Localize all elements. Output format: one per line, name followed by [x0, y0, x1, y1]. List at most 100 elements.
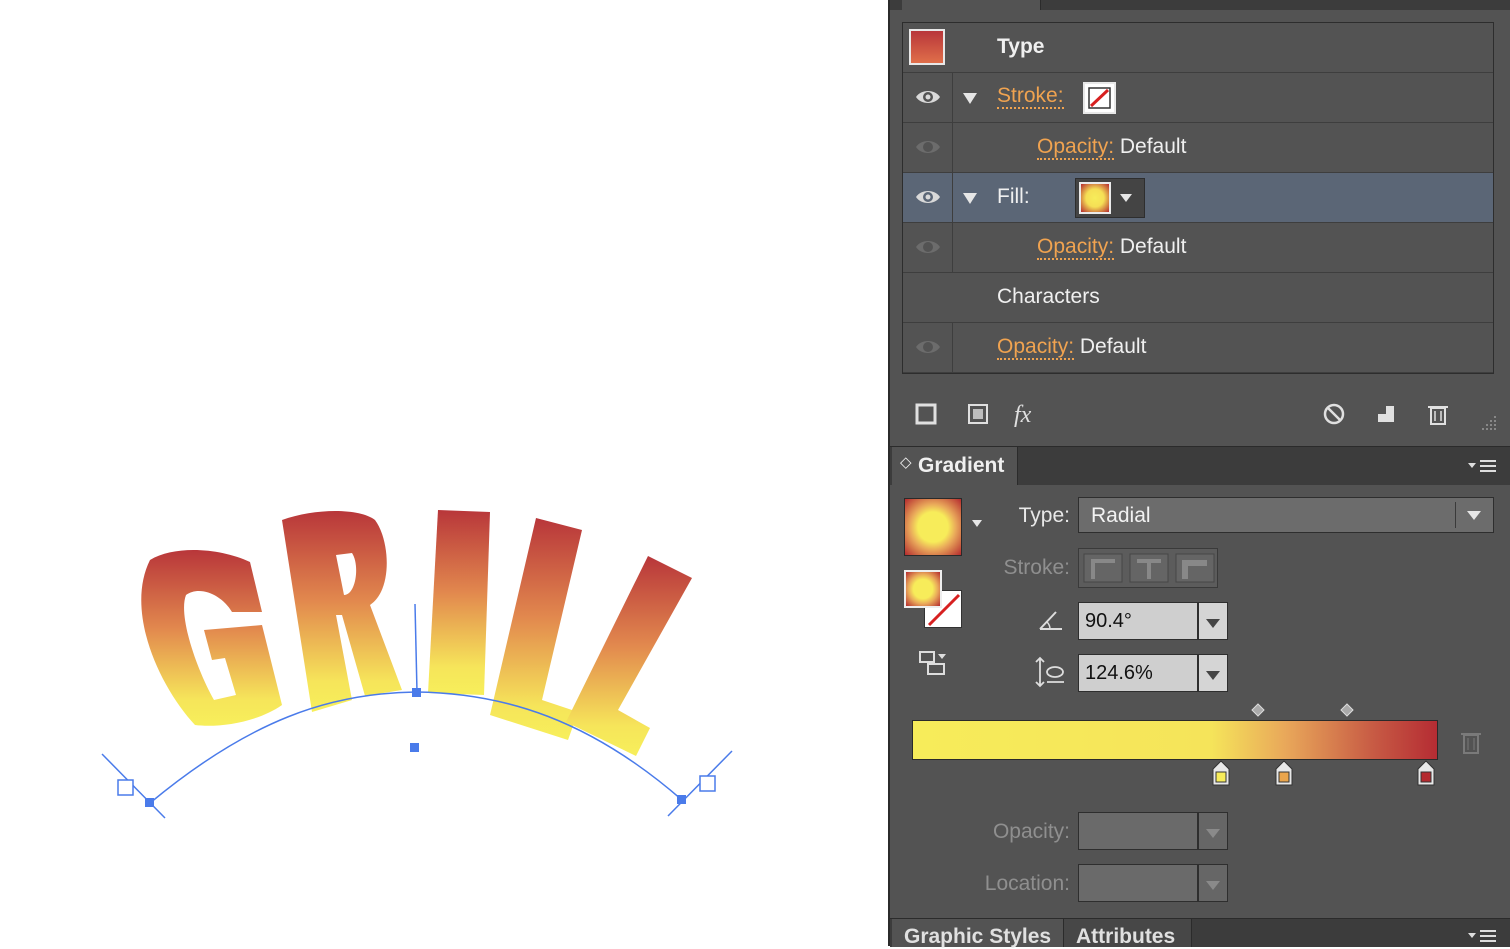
opacity-label[interactable]: Opacity:: [997, 335, 1075, 360]
none-slash-icon: [1088, 87, 1111, 109]
opacity-label[interactable]: Opacity:: [1037, 135, 1115, 160]
aspect-ratio-value: 124.6%: [1085, 662, 1153, 684]
type-label: Type:: [1018, 504, 1070, 527]
chevron-down-icon[interactable]: [972, 520, 982, 527]
grill-text[interactable]: [141, 510, 692, 756]
visibility-cell[interactable]: [903, 223, 953, 272]
visibility-cell[interactable]: [903, 73, 953, 122]
letter-i: [428, 510, 490, 695]
letter-l2: [566, 556, 692, 756]
clear-appearance-icon[interactable]: [1320, 400, 1348, 428]
opacity-row: Opacity: Default: [997, 335, 1147, 360]
letter-g: [141, 550, 282, 726]
apply-within-stroke-icon[interactable]: [1083, 553, 1123, 583]
fx-icon[interactable]: fx: [1014, 402, 1031, 429]
gradient-slider-bar[interactable]: [912, 720, 1438, 760]
opacity-label: Opacity:: [992, 820, 1070, 843]
eye-icon[interactable]: [915, 87, 941, 107]
location-input[interactable]: [1078, 864, 1198, 902]
appearance-row-opacity[interactable]: Opacity: Default: [903, 323, 1493, 373]
eye-icon[interactable]: [915, 137, 941, 157]
eye-icon[interactable]: [915, 337, 941, 357]
letter-l1: [490, 518, 582, 740]
duplicate-item-icon[interactable]: [1372, 400, 1400, 428]
appearance-header-row[interactable]: Type: [903, 23, 1493, 73]
opacity-row: Opacity: Default: [1037, 135, 1187, 160]
eye-icon[interactable]: [915, 187, 941, 207]
opacity-value: Default: [1119, 135, 1187, 158]
trash-icon[interactable]: [1424, 400, 1452, 428]
tab-appearance[interactable]: [902, 0, 1041, 10]
divider: [1455, 502, 1456, 528]
characters-label: Characters: [997, 285, 1100, 308]
add-new-fill-icon[interactable]: [964, 400, 992, 428]
add-new-stroke-icon[interactable]: [912, 400, 940, 428]
gradient-preview-swatch[interactable]: [904, 498, 962, 556]
fill-label: Fill:: [997, 185, 1030, 208]
type-label: Type: [997, 35, 1045, 58]
delete-stop-trash-icon[interactable]: [1458, 728, 1484, 756]
tab-attributes[interactable]: Attributes: [1064, 919, 1192, 948]
visibility-cell[interactable]: [903, 323, 953, 372]
artwork-svg[interactable]: [0, 0, 888, 946]
gradient-type-select[interactable]: Radial: [1078, 497, 1494, 533]
stroke-label[interactable]: Stroke:: [997, 85, 1064, 109]
opacity-dropdown-button[interactable]: [1198, 812, 1228, 850]
panel-menu-icon[interactable]: [1468, 457, 1500, 475]
bottom-panel-tabs: Graphic Styles Attributes: [890, 918, 1510, 948]
bracket-handles[interactable]: [117, 775, 716, 796]
disclosure-triangle-icon[interactable]: [963, 193, 977, 204]
opacity-input[interactable]: [1078, 812, 1198, 850]
apply-across-stroke-icon[interactable]: [1175, 553, 1215, 583]
collapse-arrows-icon[interactable]: ◇: [900, 453, 912, 471]
gradient-midpoint[interactable]: [1340, 703, 1354, 717]
gradient-stop[interactable]: [1275, 760, 1293, 786]
eye-icon[interactable]: [915, 237, 941, 257]
appearance-row-stroke[interactable]: Stroke:: [903, 73, 1493, 123]
fill-gradient-swatch[interactable]: [1079, 182, 1111, 214]
artboard[interactable]: [0, 0, 888, 946]
appearance-row-fill[interactable]: Fill:: [903, 173, 1493, 223]
type-thumbnail: [909, 29, 945, 65]
chevron-down-icon[interactable]: [1120, 194, 1132, 202]
appearance-row-stroke-opacity[interactable]: Opacity: Default: [903, 123, 1493, 173]
stroke-label: Stroke:: [1003, 556, 1070, 579]
gradient-stop[interactable]: [1212, 760, 1230, 786]
stroke-none-swatch[interactable]: [1083, 82, 1116, 114]
location-label: Location:: [984, 872, 1070, 895]
apply-along-stroke-icon[interactable]: [1129, 553, 1169, 583]
visibility-cell[interactable]: [903, 123, 953, 172]
reverse-gradient-icon[interactable]: [916, 648, 950, 678]
tab-graphic-styles-label: Graphic Styles: [904, 925, 1052, 948]
resize-grip-icon[interactable]: [1480, 414, 1498, 432]
gradient-type-value: Radial: [1091, 504, 1151, 527]
gradient-midpoint[interactable]: [1251, 703, 1265, 717]
aspect-ratio-input[interactable]: 124.6%: [1078, 654, 1198, 692]
gradient-tab-label: Gradient: [918, 454, 1005, 477]
opacity-row: Opacity: Default: [1037, 235, 1186, 260]
panel-menu-icon[interactable]: [1468, 927, 1500, 945]
fill-stroke-proxy[interactable]: [904, 570, 964, 630]
tab-attributes-label: Attributes: [1076, 925, 1176, 948]
appearance-tab-strip: [890, 0, 1510, 10]
angle-icon: [1039, 611, 1062, 630]
angle-dropdown-button[interactable]: [1198, 602, 1228, 640]
appearance-row-fill-opacity[interactable]: Opacity: Default: [903, 223, 1493, 273]
opacity-value: Default: [1079, 335, 1147, 358]
gradient-stop[interactable]: [1417, 760, 1435, 786]
visibility-cell[interactable]: [903, 173, 953, 222]
location-dropdown-button[interactable]: [1198, 864, 1228, 902]
fill-swatch-dropdown[interactable]: [1075, 178, 1145, 218]
letter-r: [282, 511, 402, 712]
fill-proxy[interactable]: [904, 570, 942, 608]
appearance-toolbar: fx: [902, 400, 1502, 440]
disclosure-triangle-icon[interactable]: [963, 93, 977, 104]
angle-value: 90.4°: [1085, 610, 1132, 632]
tab-graphic-styles[interactable]: Graphic Styles: [892, 919, 1064, 948]
aspect-dropdown-button[interactable]: [1198, 654, 1228, 692]
tab-gradient[interactable]: ◇ Gradient: [892, 447, 1018, 485]
appearance-row-characters[interactable]: Characters: [903, 273, 1493, 323]
angle-input[interactable]: 90.4°: [1078, 602, 1198, 640]
opacity-label[interactable]: Opacity:: [1037, 235, 1115, 260]
chevron-down-icon[interactable]: [1467, 511, 1481, 520]
